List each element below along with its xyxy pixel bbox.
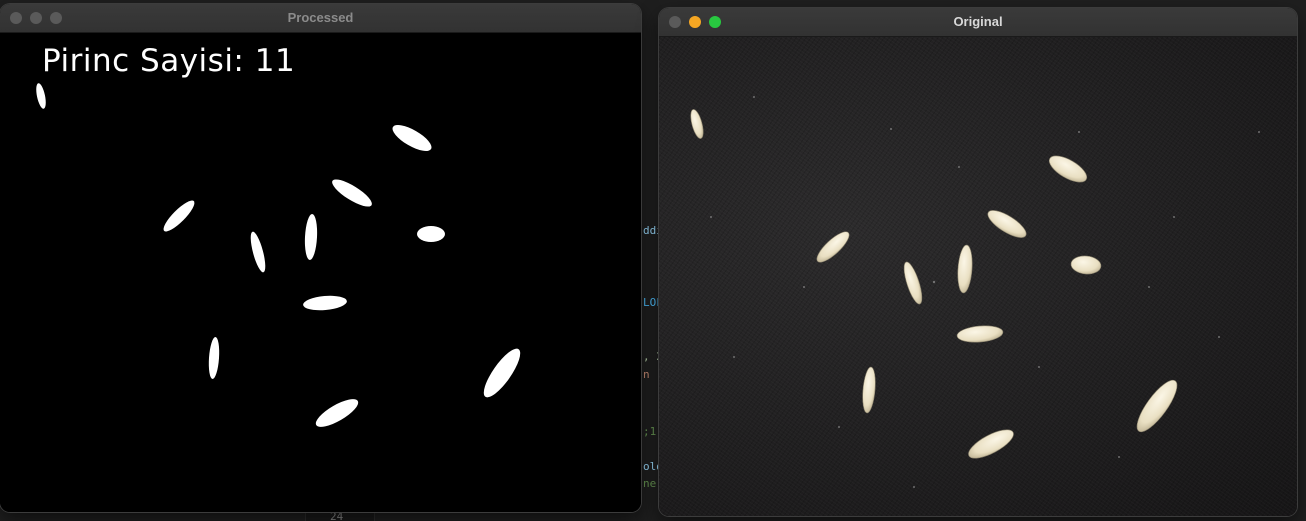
rice-grain-mask — [208, 337, 220, 379]
window-title: Original — [953, 14, 1003, 29]
rice-grain-mask — [483, 348, 521, 398]
rice-grain — [816, 231, 850, 263]
rice-grain-mask — [332, 179, 372, 207]
rice-grain — [690, 109, 704, 139]
rice-grain-mask — [417, 226, 445, 242]
rice-grain — [862, 366, 876, 414]
rice-grain-mask — [250, 231, 266, 273]
rice-grain — [1136, 379, 1178, 433]
original-window[interactable]: Original — [659, 8, 1297, 516]
window-title: Processed — [287, 10, 354, 25]
original-photo — [659, 37, 1297, 516]
rice-grain-mask — [36, 83, 46, 109]
original-titlebar[interactable]: Original — [659, 8, 1297, 37]
rice-grain — [903, 261, 923, 305]
rice-grain — [987, 210, 1027, 238]
rice-grain — [956, 325, 1004, 343]
rice-grain-mask — [392, 125, 432, 151]
rice-count-label: Pirinc Sayisi: 11 — [42, 43, 296, 79]
binary-mask-canvas — [36, 83, 521, 427]
rice-grain — [957, 244, 973, 294]
code-fragment: ;1 — [643, 425, 657, 438]
rice-grain-mask — [163, 200, 195, 232]
processed-titlebar[interactable]: Processed — [0, 4, 641, 33]
desktop: ddi LOF , 2 n : ;1 old ne 24 Processed P… — [0, 0, 1306, 521]
code-fragment: ne — [643, 477, 657, 490]
rice-grain — [968, 429, 1014, 459]
rice-grain-mask — [315, 399, 359, 427]
rice-grain — [1048, 155, 1088, 183]
processed-window[interactable]: Processed Pirinc Sayisi: 11 — [0, 4, 641, 512]
photo-canvas — [690, 96, 1260, 488]
processed-image: Pirinc Sayisi: 11 — [0, 33, 641, 512]
rice-grain — [1070, 255, 1102, 275]
rice-grain-mask — [304, 214, 318, 260]
rice-grain-mask — [303, 295, 347, 311]
